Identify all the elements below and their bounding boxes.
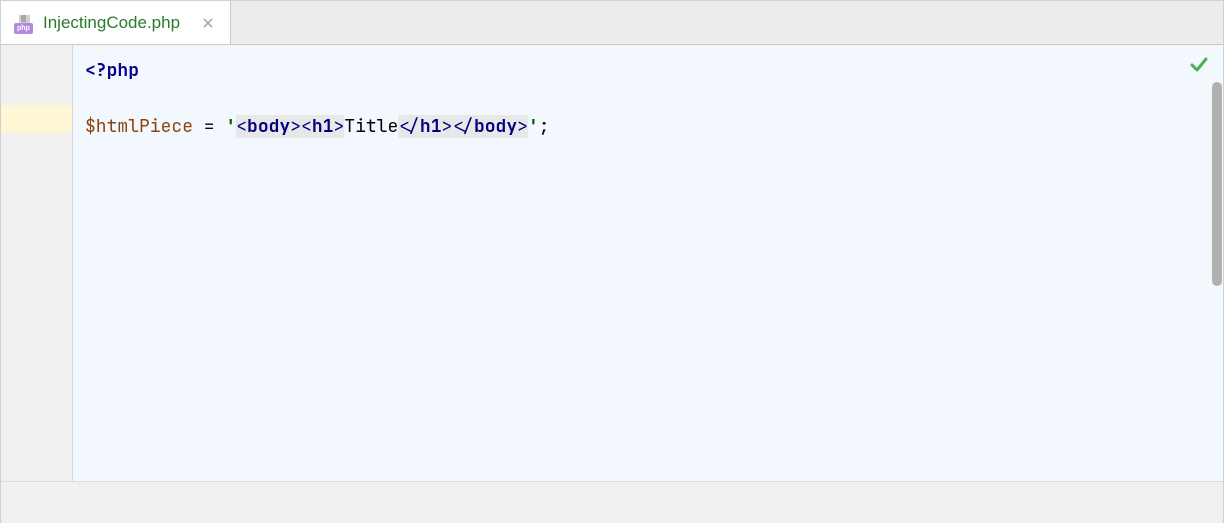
code-area[interactable]: <?php $htmlPiece = '<body><h1>Title</h1>…: [73, 45, 1223, 481]
html-text: Title: [344, 115, 398, 138]
tab-bar: php InjectingCode.php: [1, 1, 1223, 45]
gutter-line-highlight: [1, 105, 73, 133]
assignment-op: =: [193, 115, 225, 138]
file-tab[interactable]: php InjectingCode.php: [1, 1, 231, 44]
code-line-3: $htmlPiece = '<body><h1>Title</h1></body…: [85, 113, 1211, 141]
html-bracket: <: [398, 115, 409, 138]
html-bracket: <: [301, 115, 312, 138]
html-bracket: >: [333, 115, 344, 138]
semicolon: ;: [539, 115, 550, 138]
string-close-quote: ': [528, 115, 539, 138]
string-open-quote: ': [225, 115, 236, 138]
scrollbar-track[interactable]: [1210, 46, 1224, 480]
tab-filename: InjectingCode.php: [43, 13, 180, 33]
html-bracket: <: [452, 115, 463, 138]
status-bar: [1, 481, 1223, 523]
close-icon[interactable]: [200, 15, 216, 31]
code-editor[interactable]: <?php $htmlPiece = '<body><h1>Title</h1>…: [1, 45, 1223, 481]
checkmark-icon[interactable]: [1189, 55, 1209, 80]
php-badge-label: php: [14, 23, 33, 34]
html-slash: /: [463, 115, 474, 138]
html-bracket: >: [442, 115, 453, 138]
html-bracket: >: [290, 115, 301, 138]
html-tag-body-open: body: [247, 115, 290, 138]
php-open-tag: <?php: [85, 59, 139, 82]
html-tag-h1-open: h1: [312, 115, 334, 138]
php-file-icon: php: [15, 13, 35, 33]
php-variable: $htmlPiece: [85, 115, 193, 138]
html-bracket: <: [236, 115, 247, 138]
scrollbar-thumb[interactable]: [1212, 82, 1222, 286]
html-bracket: >: [517, 115, 528, 138]
code-line-2: [85, 85, 1211, 113]
html-slash: /: [409, 115, 420, 138]
html-tag-body-close: body: [474, 115, 517, 138]
html-tag-h1-close: h1: [420, 115, 442, 138]
code-line-1: <?php: [85, 57, 1211, 85]
